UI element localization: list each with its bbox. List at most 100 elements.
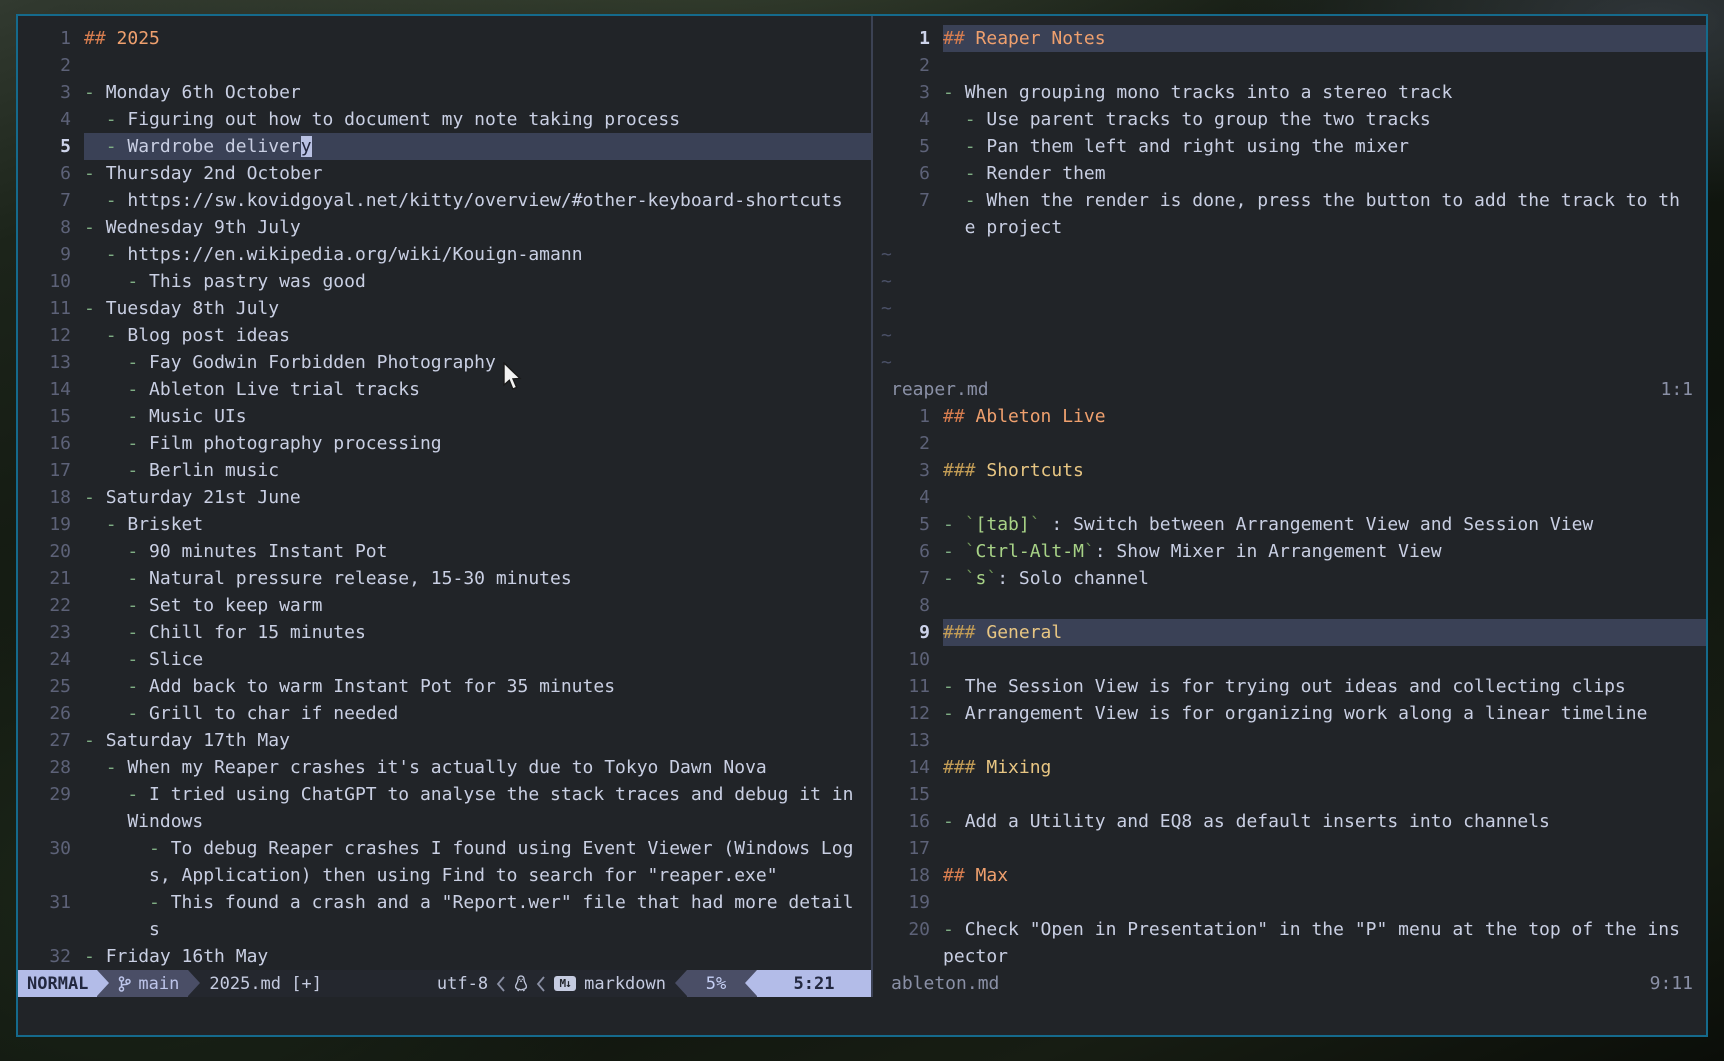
editor-line[interactable]: 1## Reaper Notes (877, 25, 1706, 52)
editor-line[interactable]: 20- Check "Open in Presentation" in the … (877, 916, 1706, 943)
editor-line[interactable]: 2 (877, 52, 1706, 79)
editor-line[interactable]: 14 - Ableton Live trial tracks (18, 376, 871, 403)
editor-line[interactable]: 4 (877, 484, 1706, 511)
line-number: 22 (18, 592, 84, 619)
line-number: 10 (18, 268, 84, 295)
editor-line[interactable]: 13 (877, 727, 1706, 754)
command-line (18, 997, 1706, 1035)
editor-line[interactable]: pector (877, 943, 1706, 970)
editor-line[interactable]: 6- Thursday 2nd October (18, 160, 871, 187)
editor-pane-left[interactable]: 1## 202523- Monday 6th October4 - Figuri… (18, 16, 871, 997)
line-text: ## Ableton Live (943, 403, 1706, 430)
editor-line[interactable]: 16 - Film photography processing (18, 430, 871, 457)
text-cursor: y (301, 136, 312, 157)
editor-line[interactable]: 13 - Fay Godwin Forbidden Photography (18, 349, 871, 376)
editor-line[interactable]: 24 - Slice (18, 646, 871, 673)
editor-line[interactable]: 10 (877, 646, 1706, 673)
markdown-icon: M↓ (554, 976, 576, 991)
line-text: s, Application) then using Find to searc… (84, 862, 871, 889)
editor-line[interactable]: 19 (877, 889, 1706, 916)
linux-tux-icon (514, 975, 528, 992)
editor-line[interactable]: 1## 2025 (18, 25, 871, 52)
line-text: - Add back to warm Instant Pot for 35 mi… (84, 673, 871, 700)
editor-line[interactable]: 8- Wednesday 9th July (18, 214, 871, 241)
line-text: - Grill to char if needed (84, 700, 871, 727)
editor-line[interactable]: 21 - Natural pressure release, 15-30 min… (18, 565, 871, 592)
editor-line[interactable]: 11- The Session View is for trying out i… (877, 673, 1706, 700)
editor-line[interactable]: 2 (877, 430, 1706, 457)
editor-line[interactable]: 9### General (877, 619, 1706, 646)
encoding-label: utf-8 (437, 974, 488, 994)
git-branch-segment[interactable]: main (109, 970, 188, 997)
window-statusline: reaper.md1:1 (877, 376, 1706, 403)
editor-line[interactable]: 6 - Render them (877, 160, 1706, 187)
editor-line[interactable]: 25 - Add back to warm Instant Pot for 35… (18, 673, 871, 700)
empty-buffer-tilde: ~ (877, 349, 1706, 376)
editor-line[interactable]: 28 - When my Reaper crashes it's actuall… (18, 754, 871, 781)
editor-line[interactable]: 4 - Figuring out how to document my note… (18, 106, 871, 133)
line-number: 7 (18, 187, 84, 214)
editor-line[interactable]: 5 - Wardrobe delivery (18, 133, 871, 160)
line-number (18, 808, 84, 835)
line-number: 5 (877, 511, 943, 538)
editor-line[interactable]: 15 (877, 781, 1706, 808)
editor-pane-right[interactable]: 1## Reaper Notes23- When grouping mono t… (873, 16, 1706, 997)
buffer-2025[interactable]: 1## 202523- Monday 6th October4 - Figuri… (18, 25, 871, 970)
statusline-filename: reaper.md (891, 376, 989, 403)
editor-line[interactable]: 16- Add a Utility and EQ8 as default ins… (877, 808, 1706, 835)
editor-line[interactable]: 23 - Chill for 15 minutes (18, 619, 871, 646)
editor-line[interactable]: 2 (18, 52, 871, 79)
line-text: s (84, 916, 871, 943)
line-number: 14 (18, 376, 84, 403)
line-text: ## Max (943, 862, 1706, 889)
editor-line[interactable]: 30 - To debug Reaper crashes I found usi… (18, 835, 871, 862)
editor-line[interactable]: 17 (877, 835, 1706, 862)
editor-line[interactable]: 12 - Blog post ideas (18, 322, 871, 349)
line-number: 7 (877, 187, 943, 214)
editor-line[interactable]: s (18, 916, 871, 943)
editor-line[interactable]: 12- Arrangement View is for organizing w… (877, 700, 1706, 727)
editor-line[interactable]: 7 - https://sw.kovidgoyal.net/kitty/over… (18, 187, 871, 214)
git-branch-icon (118, 976, 131, 992)
editor-line[interactable]: 26 - Grill to char if needed (18, 700, 871, 727)
editor-line[interactable]: 1## Ableton Live (877, 403, 1706, 430)
line-number: 12 (18, 322, 84, 349)
editor-line[interactable]: 31 - This found a crash and a "Report.we… (18, 889, 871, 916)
editor-line[interactable]: 10 - This pastry was good (18, 268, 871, 295)
line-number: 23 (18, 619, 84, 646)
editor-line[interactable]: 7 - When the render is done, press the b… (877, 187, 1706, 214)
editor-line[interactable]: 22 - Set to keep warm (18, 592, 871, 619)
editor-line[interactable]: 3- When grouping mono tracks into a ster… (877, 79, 1706, 106)
editor-line[interactable]: 20 - 90 minutes Instant Pot (18, 538, 871, 565)
editor-line[interactable]: e project (877, 214, 1706, 241)
editor-line[interactable]: 6- `Ctrl-Alt-M`: Show Mixer in Arrangeme… (877, 538, 1706, 565)
editor-line[interactable]: 32- Friday 16th May (18, 943, 871, 970)
editor-line[interactable]: 8 (877, 592, 1706, 619)
editor-line[interactable]: s, Application) then using Find to searc… (18, 862, 871, 889)
line-text: - Set to keep warm (84, 592, 871, 619)
editor-line[interactable]: Windows (18, 808, 871, 835)
editor-line[interactable]: 15 - Music UIs (18, 403, 871, 430)
line-text: - Use parent tracks to group the two tra… (943, 106, 1706, 133)
filename-segment[interactable]: 2025.md [+] (200, 970, 331, 997)
editor-line[interactable]: 4 - Use parent tracks to group the two t… (877, 106, 1706, 133)
editor-line[interactable]: 14### Mixing (877, 754, 1706, 781)
editor-line[interactable]: 7- `s`: Solo channel (877, 565, 1706, 592)
line-text: - Fay Godwin Forbidden Photography (84, 349, 871, 376)
editor-line[interactable]: 9 - https://en.wikipedia.org/wiki/Kouign… (18, 241, 871, 268)
line-number: 32 (18, 943, 84, 970)
editor-line[interactable]: 19 - Brisket (18, 511, 871, 538)
editor-line[interactable]: 3### Shortcuts (877, 457, 1706, 484)
line-text: - I tried using ChatGPT to analyse the s… (84, 781, 871, 808)
editor-line[interactable]: 18- Saturday 21st June (18, 484, 871, 511)
line-number (877, 943, 943, 970)
editor-line[interactable]: 3- Monday 6th October (18, 79, 871, 106)
editor-line[interactable]: 5 - Pan them left and right using the mi… (877, 133, 1706, 160)
editor-line[interactable]: 11- Tuesday 8th July (18, 295, 871, 322)
editor-line[interactable]: 29 - I tried using ChatGPT to analyse th… (18, 781, 871, 808)
editor-line[interactable]: 18## Max (877, 862, 1706, 889)
editor-line[interactable]: 17 - Berlin music (18, 457, 871, 484)
editor-line[interactable]: 27- Saturday 17th May (18, 727, 871, 754)
line-number: 17 (877, 835, 943, 862)
editor-line[interactable]: 5- `[tab]` : Switch between Arrangement … (877, 511, 1706, 538)
